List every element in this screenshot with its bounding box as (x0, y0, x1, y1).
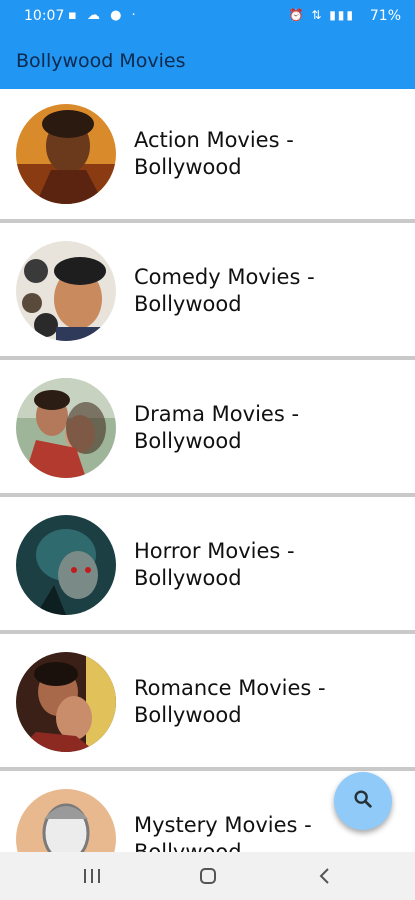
category-label: Action Movies - Bollywood (134, 128, 294, 179)
category-label: Romance Movies - Bollywood (134, 676, 326, 727)
signal-icons: ⏰ ⇅ ▮▮▮ (288, 8, 355, 22)
horror-movie-thumbnail (16, 515, 116, 615)
category-list[interactable]: Action Movies - Bollywood Comedy Movies … (0, 89, 415, 852)
app-bar: Bollywood Movies (0, 34, 415, 89)
category-label: Comedy Movies - Bollywood (134, 265, 315, 316)
notification-icons: ▪ ☁ ● · (68, 8, 139, 23)
home-icon[interactable] (188, 862, 228, 890)
category-card-comedy[interactable]: Comedy Movies - Bollywood (0, 226, 415, 360)
action-movie-thumbnail (16, 104, 116, 204)
search-fab[interactable] (334, 772, 392, 830)
system-nav-bar (0, 852, 415, 900)
recent-apps-icon[interactable] (72, 862, 112, 890)
category-label: Horror Movies - Bollywood (134, 539, 295, 590)
battery-level: 71% (369, 8, 401, 24)
category-card-romance[interactable]: Romance Movies - Bollywood (0, 637, 415, 771)
drama-movie-thumbnail (16, 378, 116, 478)
status-time: 10:07 (24, 8, 65, 24)
search-icon (352, 788, 374, 814)
mystery-movie-thumbnail (16, 789, 116, 852)
category-card-horror[interactable]: Horror Movies - Bollywood (0, 500, 415, 634)
comedy-movie-thumbnail (16, 241, 116, 341)
romance-movie-thumbnail (16, 652, 116, 752)
category-card-action[interactable]: Action Movies - Bollywood (0, 89, 415, 223)
category-label: Drama Movies - Bollywood (134, 402, 300, 453)
status-bar: 10:07 ▪ ☁ ● · ⏰ ⇅ ▮▮▮ 71% (0, 0, 415, 34)
category-card-drama[interactable]: Drama Movies - Bollywood (0, 363, 415, 497)
page-title: Bollywood Movies (16, 50, 186, 72)
back-icon[interactable] (304, 862, 344, 890)
